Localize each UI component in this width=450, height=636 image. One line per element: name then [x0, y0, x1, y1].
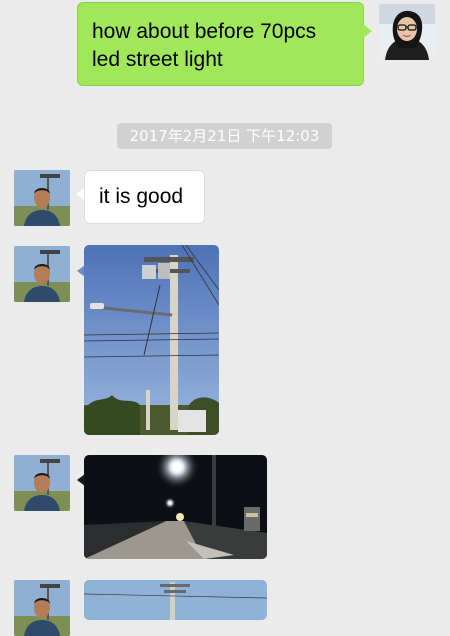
- outgoing-message-bubble[interactable]: how about before 70pcs led street light: [77, 2, 364, 86]
- street-light-day-photo[interactable]: [84, 245, 219, 435]
- street-pole-photo[interactable]: [84, 580, 267, 620]
- incoming-message-bubble[interactable]: it is good: [84, 170, 205, 224]
- message-timestamp: 2017年2月21日 下午12:03: [117, 123, 332, 149]
- outgoing-message-line-2: led street light: [92, 48, 223, 71]
- outgoing-message-line-1: how about before 70pcs: [92, 20, 317, 43]
- pole-day-image: [84, 245, 219, 435]
- contact-avatar[interactable]: [14, 455, 70, 511]
- outgoing-bubble-tail: [363, 24, 372, 38]
- incoming-bubble-tail: [76, 188, 84, 200]
- contact-avatar[interactable]: [14, 580, 70, 636]
- avatar-man-image: [14, 455, 70, 511]
- night-road-image: [84, 455, 267, 559]
- contact-avatar[interactable]: [14, 246, 70, 302]
- my-avatar[interactable]: [379, 4, 435, 60]
- avatar-woman-image: [379, 4, 435, 60]
- avatar-man-image: [14, 170, 70, 226]
- street-light-night-photo[interactable]: [84, 455, 267, 559]
- avatar-man-image: [14, 580, 70, 636]
- pole-partial-image: [84, 580, 267, 620]
- incoming-message-text: it is good: [99, 185, 184, 208]
- avatar-man-image: [14, 246, 70, 302]
- contact-avatar[interactable]: [14, 170, 70, 226]
